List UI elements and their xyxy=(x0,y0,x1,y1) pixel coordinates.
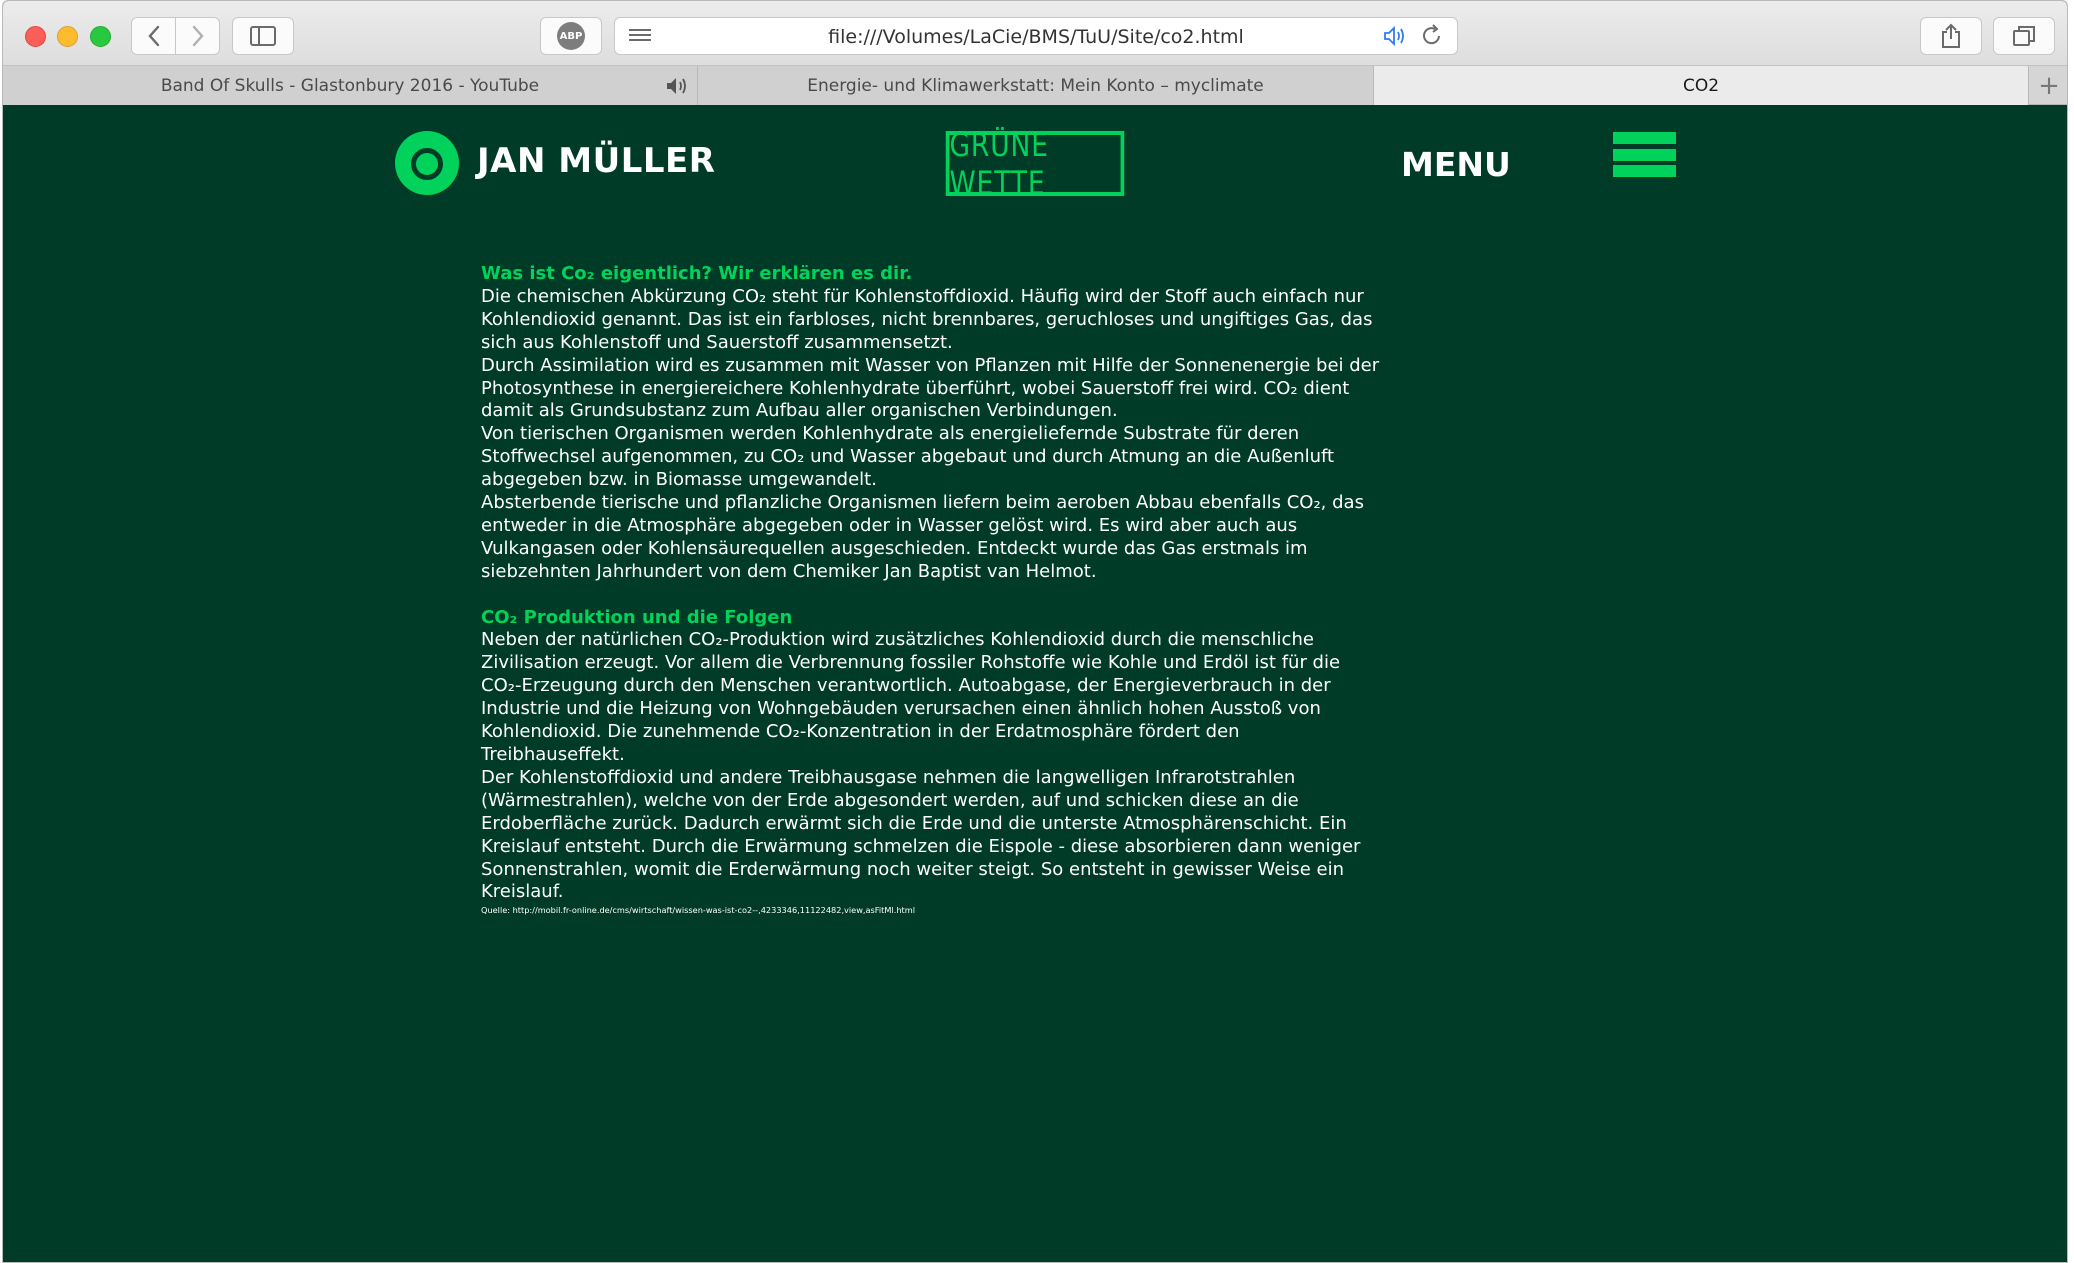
paragraph: Die chemischen Abkürzung CO₂ steht für K… xyxy=(481,285,1373,353)
web-page: JAN MÜLLER GRÜNE WETTE MENU Was ist Co₂ … xyxy=(3,105,2067,1262)
section-title-co2: Was ist Co₂ eigentlich? Wir erklären es … xyxy=(481,263,913,284)
back-button[interactable] xyxy=(131,17,176,55)
brand-logo[interactable]: GRÜNE WETTE xyxy=(945,126,1125,202)
tab-youtube[interactable]: Band Of Skulls - Glastonbury 2016 - YouT… xyxy=(3,66,698,105)
new-tab-button[interactable]: + xyxy=(2029,66,2067,105)
maximize-window-button[interactable] xyxy=(90,26,111,47)
paragraph: Von tierischen Organismen werden Kohlenh… xyxy=(481,423,1335,491)
tabs-overview-icon xyxy=(2013,26,2035,46)
tab-title: Energie- und Klimawerkstatt: Mein Konto … xyxy=(807,75,1264,96)
chevron-left-icon xyxy=(147,25,159,47)
logo-icon[interactable] xyxy=(395,131,459,195)
hamburger-menu-icon[interactable] xyxy=(1613,132,1676,193)
speaker-icon[interactable] xyxy=(1383,25,1407,53)
adblock-plus-button[interactable]: ABP xyxy=(540,17,602,55)
adblock-plus-icon: ABP xyxy=(557,22,585,50)
logo-name[interactable]: JAN MÜLLER xyxy=(477,141,715,181)
menu-label[interactable]: MENU xyxy=(1401,145,1511,184)
sidebar-toggle-button[interactable] xyxy=(232,17,294,55)
address-bar[interactable]: file:///Volumes/LaCie/BMS/TuU/Site/co2.h… xyxy=(614,17,1458,55)
close-window-button[interactable] xyxy=(25,26,46,47)
paragraph: Neben der natürlichen CO₂-Produktion wir… xyxy=(481,629,1341,766)
section-title-production: CO₂ Produktion und die Folgen xyxy=(481,606,793,628)
tab-myclimate[interactable]: Energie- und Klimawerkstatt: Mein Konto … xyxy=(698,66,1374,105)
tab-co2-active[interactable]: CO2 xyxy=(1374,66,2029,105)
chevron-right-icon xyxy=(192,25,204,47)
tab-bar: Band Of Skulls - Glastonbury 2016 - YouT… xyxy=(3,65,2067,105)
tab-title: CO2 xyxy=(1682,75,1720,96)
paragraph: Der Kohlenstoffdioxid und andere Treibha… xyxy=(481,766,1361,903)
share-icon xyxy=(1942,23,1960,48)
share-button[interactable] xyxy=(1920,17,1982,55)
show-tabs-button[interactable] xyxy=(1993,17,2055,55)
reload-icon[interactable] xyxy=(1421,23,1443,53)
paragraph: Absterbende tierische und pflanzliche Or… xyxy=(481,492,1364,582)
tab-audio-icon[interactable] xyxy=(665,75,689,102)
paragraph: Durch Assimilation wird es zusammen mit … xyxy=(481,354,1380,422)
source-link[interactable]: Quelle: http://mobil.fr-online.de/cms/wi… xyxy=(481,904,1381,916)
browser-toolbar: ABP file:///Volumes/LaCie/BMS/TuU/Site/c… xyxy=(3,1,2067,73)
browser-window: ABP file:///Volumes/LaCie/BMS/TuU/Site/c… xyxy=(2,0,2068,1263)
forward-button[interactable] xyxy=(175,17,220,55)
sidebar-icon xyxy=(250,26,276,46)
tab-title: Band Of Skulls - Glastonbury 2016 - YouT… xyxy=(160,75,540,96)
url-text: file:///Volumes/LaCie/BMS/TuU/Site/co2.h… xyxy=(828,26,1244,48)
minimize-window-button[interactable] xyxy=(57,26,78,47)
article: Was ist Co₂ eigentlich? Wir erklären es … xyxy=(481,263,1381,916)
